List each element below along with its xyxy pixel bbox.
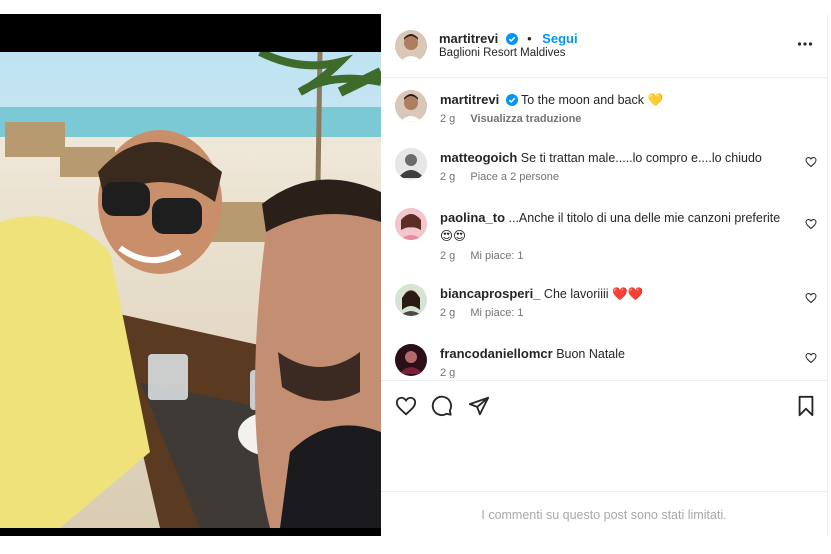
- comment-meta: 2 g: [440, 367, 467, 378]
- comment-meta: 2 g Mi piace: 1: [440, 307, 536, 319]
- comments-limited-notice: I commenti su questo post sono stati lim…: [381, 491, 827, 537]
- share-paper-plane-icon[interactable]: [468, 395, 490, 417]
- comment-avatar[interactable]: [395, 148, 427, 180]
- comment-text: Che lavoriiii ❤️❤️: [543, 287, 644, 301]
- follow-button[interactable]: Segui: [542, 31, 577, 46]
- comment-emoji: 😍😍: [440, 229, 467, 243]
- comment-author[interactable]: paolina_to: [440, 210, 505, 225]
- avatar-image: [395, 30, 427, 62]
- comment-likes[interactable]: Mi piace: 1: [470, 250, 523, 262]
- avatar-image: [395, 90, 427, 122]
- caption-time[interactable]: 2 g: [440, 113, 455, 125]
- post-actions-bar: [381, 380, 827, 417]
- comment-avatar[interactable]: [395, 344, 427, 376]
- comment-text: Buon Natale: [556, 347, 625, 361]
- like-heart-icon[interactable]: [395, 395, 417, 417]
- comment-item: biancaprosperi_ Che lavoriiii ❤️❤️ 2 g M…: [395, 284, 817, 334]
- comment-body: biancaprosperi_ Che lavoriiii ❤️❤️: [440, 285, 800, 303]
- comment-text: ...Anche il titolo di una delle mie canz…: [508, 211, 781, 225]
- save-bookmark-icon[interactable]: [796, 395, 816, 417]
- post-info-panel: martitrevi • Segui Baglioni Resort Maldi…: [381, 14, 828, 536]
- comment-item: francodaniellomcr Buon Natale 2 g: [395, 344, 817, 378]
- comment-text: Se ti trattan male.....lo compro e....lo…: [520, 151, 762, 165]
- comment-item: paolina_to ...Anche il titolo di una del…: [395, 208, 817, 270]
- comment-author[interactable]: matteogoich: [440, 150, 517, 165]
- post-photo[interactable]: [0, 52, 381, 528]
- comment-likes[interactable]: Mi piace: 1: [470, 307, 523, 319]
- caption-text: To the moon and back: [520, 93, 644, 107]
- verified-badge-icon: [505, 93, 518, 111]
- comment-avatar[interactable]: [395, 284, 427, 316]
- comment-avatar[interactable]: [395, 208, 427, 240]
- caption-body: martitrevi To the moon and back 💛: [440, 91, 800, 111]
- selfie-photo-illustration: [0, 52, 381, 528]
- more-options-button[interactable]: [797, 36, 813, 57]
- author-username[interactable]: martitrevi: [439, 31, 498, 46]
- comment-author[interactable]: biancaprosperi_: [440, 286, 540, 301]
- caption-author-avatar[interactable]: [395, 90, 427, 122]
- comments-list[interactable]: martitrevi To the moon and back 💛 2 g Vi…: [381, 78, 827, 378]
- comment-time[interactable]: 2 g: [440, 250, 455, 262]
- like-comment-heart-icon[interactable]: [805, 352, 817, 364]
- comment-author[interactable]: francodaniellomcr: [440, 346, 553, 361]
- avatar-image: [395, 148, 427, 180]
- avatar-image: [395, 208, 427, 240]
- comment-time[interactable]: 2 g: [440, 367, 455, 378]
- author-avatar[interactable]: [395, 30, 427, 62]
- avatar-image: [395, 284, 427, 316]
- comment-meta: 2 g Piace a 2 persone: [440, 171, 571, 183]
- more-horizontal-icon: [797, 42, 813, 46]
- comment-time[interactable]: 2 g: [440, 171, 455, 183]
- post-header: martitrevi • Segui Baglioni Resort Maldi…: [381, 14, 827, 78]
- comment-time[interactable]: 2 g: [440, 307, 455, 319]
- comment-body: francodaniellomcr Buon Natale: [440, 345, 800, 363]
- caption-meta: 2 g Visualizza traduzione: [440, 113, 593, 125]
- caption-author[interactable]: martitrevi: [440, 92, 499, 107]
- like-comment-heart-icon[interactable]: [805, 156, 817, 168]
- avatar-image: [395, 344, 427, 376]
- like-comment-heart-icon[interactable]: [805, 292, 817, 304]
- yellow-heart-emoji: 💛: [647, 93, 664, 107]
- comment-likes[interactable]: Piace a 2 persone: [470, 171, 559, 183]
- see-translation-button[interactable]: Visualizza traduzione: [470, 113, 581, 125]
- comment-body: paolina_to ...Anche il titolo di una del…: [440, 209, 800, 245]
- caption-item: martitrevi To the moon and back 💛 2 g Vi…: [395, 90, 815, 140]
- like-comment-heart-icon[interactable]: [805, 218, 817, 230]
- comment-item: matteogoich Se ti trattan male.....lo co…: [395, 148, 817, 198]
- post-media-panel: [0, 14, 381, 536]
- comment-body: matteogoich Se ti trattan male.....lo co…: [440, 149, 800, 167]
- separator-dot: •: [527, 31, 532, 46]
- comment-meta: 2 g Mi piace: 1: [440, 250, 536, 262]
- post-location[interactable]: Baglioni Resort Maldives: [439, 47, 566, 59]
- comment-bubble-icon[interactable]: [431, 395, 453, 417]
